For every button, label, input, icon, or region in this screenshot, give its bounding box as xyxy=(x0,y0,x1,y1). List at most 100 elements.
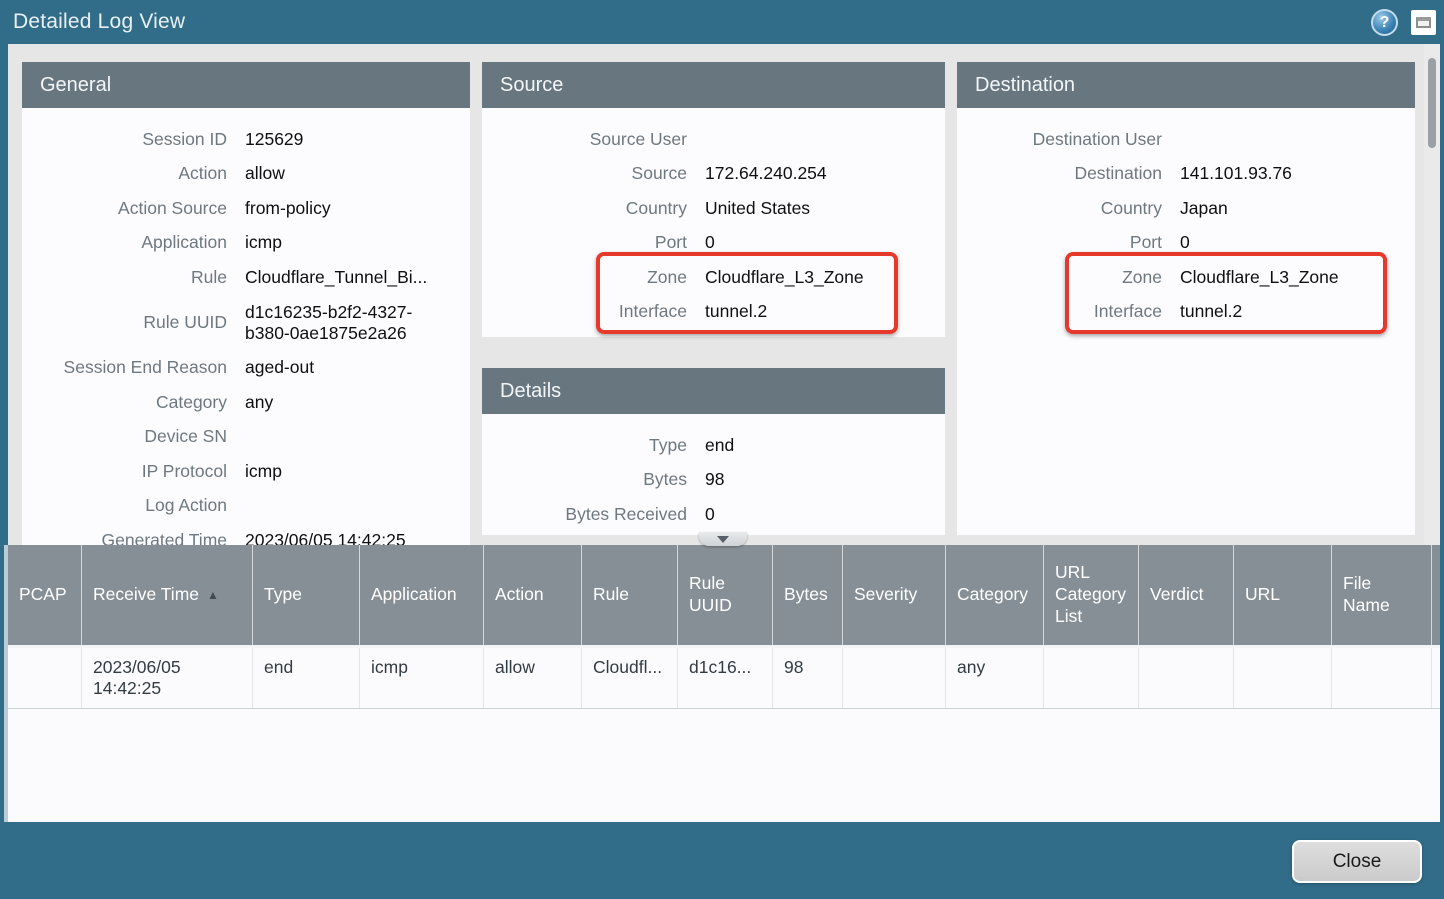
panel-source-header: Source xyxy=(482,62,945,108)
splitter-collapse-handle[interactable] xyxy=(699,532,747,546)
field-destination-port: Port 0 xyxy=(957,226,1415,261)
field-source-port: Port 0 xyxy=(482,226,945,261)
field-source-user: Source User xyxy=(482,122,945,157)
field-value: 125629 xyxy=(245,129,470,150)
field-value: tunnel.2 xyxy=(705,301,945,322)
col-header-receive-time[interactable]: Receive Time ▲ xyxy=(82,545,253,645)
field-value: icmp xyxy=(245,232,470,253)
chevron-down-icon xyxy=(717,536,729,543)
help-icon[interactable]: ? xyxy=(1371,9,1398,36)
scrollbar-track[interactable] xyxy=(1424,44,1440,545)
col-header-application[interactable]: Application xyxy=(360,545,484,645)
field-value: allow xyxy=(245,163,470,184)
field-generated-time: Generated Time 2023/06/05 14:42:25 xyxy=(22,523,470,545)
cell-type: end xyxy=(253,648,360,708)
field-destination-user: Destination User xyxy=(957,122,1415,157)
cell-verdict xyxy=(1139,648,1234,708)
field-label: Session End Reason xyxy=(22,358,227,377)
field-label: Country xyxy=(957,199,1162,218)
field-label: Destination User xyxy=(957,130,1162,149)
cell-action: allow xyxy=(484,648,582,708)
cell-application: icmp xyxy=(360,648,484,708)
col-header-rule-uuid[interactable]: Rule UUID xyxy=(678,545,773,645)
cell-rule-uuid: d1c16... xyxy=(678,648,773,708)
field-label: Generated Time xyxy=(22,531,227,545)
field-value: tunnel.2 xyxy=(1180,301,1415,322)
panel-details: Details Type end Bytes 98 Bytes Received… xyxy=(482,368,945,535)
log-table-header: PCAP Receive Time ▲ Type Application Act… xyxy=(8,545,1440,648)
cell-url xyxy=(1234,648,1332,708)
field-device-sn: Device SN xyxy=(22,420,470,455)
field-label: Port xyxy=(957,233,1162,252)
col-header-pcap[interactable]: PCAP xyxy=(8,545,82,645)
field-value: 172.64.240.254 xyxy=(705,163,945,184)
cell-rule: Cloudfl... xyxy=(582,648,678,708)
col-header-file-name[interactable]: File Name xyxy=(1332,545,1432,645)
table-row[interactable]: 2023/06/05 14:42:25 end icmp allow Cloud… xyxy=(8,648,1440,709)
panels-region: General Session ID 125629 Action allow A… xyxy=(8,44,1440,545)
field-value: 0 xyxy=(705,504,945,525)
field-bytes-received: Bytes Received 0 xyxy=(482,497,945,532)
field-value: aged-out xyxy=(245,357,470,378)
field-destination: Destination 141.101.93.76 xyxy=(957,157,1415,192)
cell-bytes: 98 xyxy=(773,648,843,708)
field-source-interface: Interface tunnel.2 xyxy=(482,295,945,330)
field-rule-uuid: Rule UUID d1c16235-b2f2-4327-b380-0ae187… xyxy=(22,295,470,351)
sort-asc-icon: ▲ xyxy=(207,588,219,603)
field-label: Source xyxy=(482,164,687,183)
field-action-source: Action Source from-policy xyxy=(22,191,470,226)
field-value: 0 xyxy=(705,232,945,253)
field-label: Bytes xyxy=(482,470,687,489)
field-label: Type xyxy=(482,436,687,455)
field-destination-zone: Zone Cloudflare_L3_Zone xyxy=(957,260,1415,295)
field-label: Source User xyxy=(482,130,687,149)
panel-general-header: General xyxy=(22,62,470,108)
field-label: Zone xyxy=(957,268,1162,287)
field-label: Action xyxy=(22,164,227,183)
col-header-verdict[interactable]: Verdict xyxy=(1139,545,1234,645)
col-header-type[interactable]: Type xyxy=(253,545,360,645)
col-header-action[interactable]: Action xyxy=(484,545,582,645)
col-header-url[interactable]: URL xyxy=(1234,545,1332,645)
titlebar: Detailed Log View ? xyxy=(0,0,1444,44)
field-value: 0 xyxy=(1180,232,1415,253)
col-header-url-category-list[interactable]: URL Category List xyxy=(1044,545,1139,645)
field-value: Cloudflare_L3_Zone xyxy=(705,267,945,288)
cell-pcap xyxy=(8,648,82,708)
field-value: 2023/06/05 14:42:25 xyxy=(245,530,470,545)
field-value: Cloudflare_Tunnel_Bi... xyxy=(245,267,470,288)
field-destination-interface: Interface tunnel.2 xyxy=(957,295,1415,330)
cell-url-category-list xyxy=(1044,648,1139,708)
field-label: Log Action xyxy=(22,496,227,515)
log-table: PCAP Receive Time ▲ Type Application Act… xyxy=(4,545,1440,822)
field-value: d1c16235-b2f2-4327-b380-0ae1875e2a26 xyxy=(245,302,470,344)
field-value: United States xyxy=(705,198,945,219)
field-bytes: Bytes 98 xyxy=(482,463,945,498)
panel-details-header: Details xyxy=(482,368,945,414)
scrollbar-thumb[interactable] xyxy=(1428,58,1436,148)
field-session-end-reason: Session End Reason aged-out xyxy=(22,351,470,386)
field-session-id: Session ID 125629 xyxy=(22,122,470,157)
field-value: Japan xyxy=(1180,198,1415,219)
field-value: end xyxy=(705,435,945,456)
field-label: Action Source xyxy=(22,199,227,218)
window-restore-icon[interactable] xyxy=(1411,10,1436,35)
col-header-bytes[interactable]: Bytes xyxy=(773,545,843,645)
panel-destination: Destination Destination User Destination… xyxy=(957,62,1415,535)
panel-general: General Session ID 125629 Action allow A… xyxy=(22,62,470,545)
field-value: from-policy xyxy=(245,198,470,219)
col-header-category[interactable]: Category xyxy=(946,545,1044,645)
col-header-severity[interactable]: Severity xyxy=(843,545,946,645)
cell-file-name xyxy=(1332,648,1432,708)
col-header-rule[interactable]: Rule xyxy=(582,545,678,645)
field-source-country: Country United States xyxy=(482,191,945,226)
field-label: Interface xyxy=(482,302,687,321)
field-value: 98 xyxy=(705,469,945,490)
field-source: Source 172.64.240.254 xyxy=(482,157,945,192)
cell-category: any xyxy=(946,648,1044,708)
field-label: Zone xyxy=(482,268,687,287)
field-value: Cloudflare_L3_Zone xyxy=(1180,267,1415,288)
close-button[interactable]: Close xyxy=(1292,840,1422,883)
field-label: Bytes Received xyxy=(482,505,687,524)
field-log-action: Log Action xyxy=(22,489,470,524)
